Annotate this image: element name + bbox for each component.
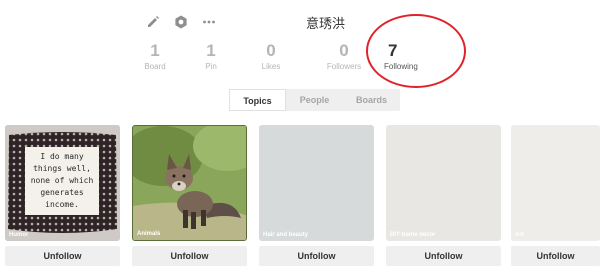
topic-tile-art[interactable]: Art xyxy=(511,125,600,241)
stat-likes-count: 0 xyxy=(266,41,276,60)
topic-name: Art xyxy=(515,232,524,238)
pillow-text: I do many things well, none of which gen… xyxy=(25,151,99,211)
stat-followers[interactable]: 0 Followers xyxy=(322,42,366,72)
stat-likes[interactable]: 0 Likes xyxy=(256,42,286,72)
stat-pins-count: 1 xyxy=(206,41,216,60)
edit-icon[interactable] xyxy=(145,14,161,30)
stat-boards[interactable]: 1 Board xyxy=(140,42,170,72)
topic-name: Hair and beauty xyxy=(263,232,309,238)
pillow-text-line: generates xyxy=(40,188,84,197)
stat-following-count: 7 xyxy=(388,41,398,60)
pillow-text-line: things well, xyxy=(33,164,91,173)
unfollow-button[interactable]: Unfollow xyxy=(259,246,374,266)
stat-following-label: Following xyxy=(384,62,418,71)
following-tabs: Topics People Boards xyxy=(229,89,400,111)
more-icon[interactable] xyxy=(201,14,217,30)
topic-card: Art Unfollow xyxy=(511,125,600,266)
stat-pins[interactable]: 1 Pin xyxy=(196,42,226,72)
pillow-text-line: none of which xyxy=(30,176,94,185)
fox-image xyxy=(133,126,246,240)
topic-tile-hair-beauty[interactable]: Hair and beauty xyxy=(259,125,374,241)
topic-card: DIY home decor Unfollow xyxy=(386,125,501,266)
stat-following[interactable]: 7 Following xyxy=(384,42,424,72)
stat-boards-label: Board xyxy=(144,62,166,71)
stat-pins-label: Pin xyxy=(205,62,217,71)
profile-name: 意琇洪 xyxy=(306,17,346,32)
unfollow-button[interactable]: Unfollow xyxy=(5,246,120,266)
topic-name: DIY home decor xyxy=(390,232,436,238)
header-actions xyxy=(145,14,217,30)
topic-name: Animals xyxy=(137,231,161,237)
topic-card: Hair and beauty Unfollow xyxy=(259,125,374,266)
tab-boards[interactable]: Boards xyxy=(343,89,400,111)
settings-icon[interactable] xyxy=(173,14,189,30)
topic-tile-animals[interactable]: Animals xyxy=(132,125,247,241)
pillow-text-line: income. xyxy=(45,200,79,209)
stat-followers-label: Followers xyxy=(326,62,362,71)
pillow-text-line: I do many xyxy=(40,152,84,161)
topic-card: Animals Unfollow xyxy=(132,125,247,266)
unfollow-button[interactable]: Unfollow xyxy=(132,246,247,266)
topic-grid: I do many things well, none of which gen… xyxy=(5,125,600,275)
tab-topics[interactable]: Topics xyxy=(229,89,286,111)
stat-boards-count: 1 xyxy=(150,41,160,60)
topic-tile-humor[interactable]: I do many things well, none of which gen… xyxy=(5,125,120,241)
topic-tile-diy-home-decor[interactable]: DIY home decor xyxy=(386,125,501,241)
stat-followers-count: 0 xyxy=(339,41,349,60)
unfollow-button[interactable]: Unfollow xyxy=(386,246,501,266)
topic-name: Humor xyxy=(9,232,29,238)
unfollow-button[interactable]: Unfollow xyxy=(511,246,600,266)
stat-likes-label: Likes xyxy=(261,62,281,71)
tab-people[interactable]: People xyxy=(286,89,343,111)
topic-card: I do many things well, none of which gen… xyxy=(5,125,120,266)
